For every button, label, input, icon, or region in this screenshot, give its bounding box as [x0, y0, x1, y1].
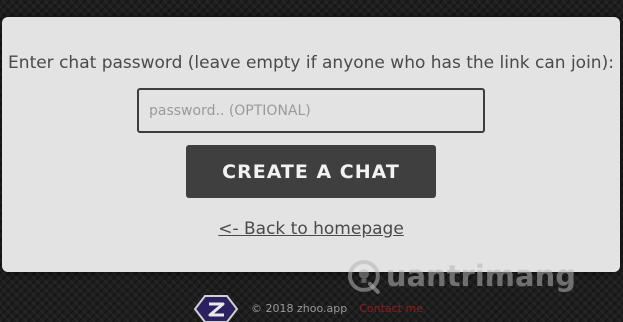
back-to-homepage-link[interactable]: <- Back to homepage	[2, 219, 620, 239]
create-chat-button[interactable]: CREATE A CHAT	[186, 145, 436, 198]
contact-me-link[interactable]: Contact me	[359, 302, 423, 315]
password-prompt-label: Enter chat password (leave empty if anyo…	[8, 53, 614, 73]
create-chat-dialog: Enter chat password (leave empty if anyo…	[2, 17, 620, 272]
zhoo-logo-icon	[193, 294, 239, 322]
password-input[interactable]	[137, 88, 485, 133]
footer: © 2018 zhoo.app Contact me	[193, 294, 423, 322]
copyright-text: © 2018 zhoo.app	[251, 302, 348, 315]
